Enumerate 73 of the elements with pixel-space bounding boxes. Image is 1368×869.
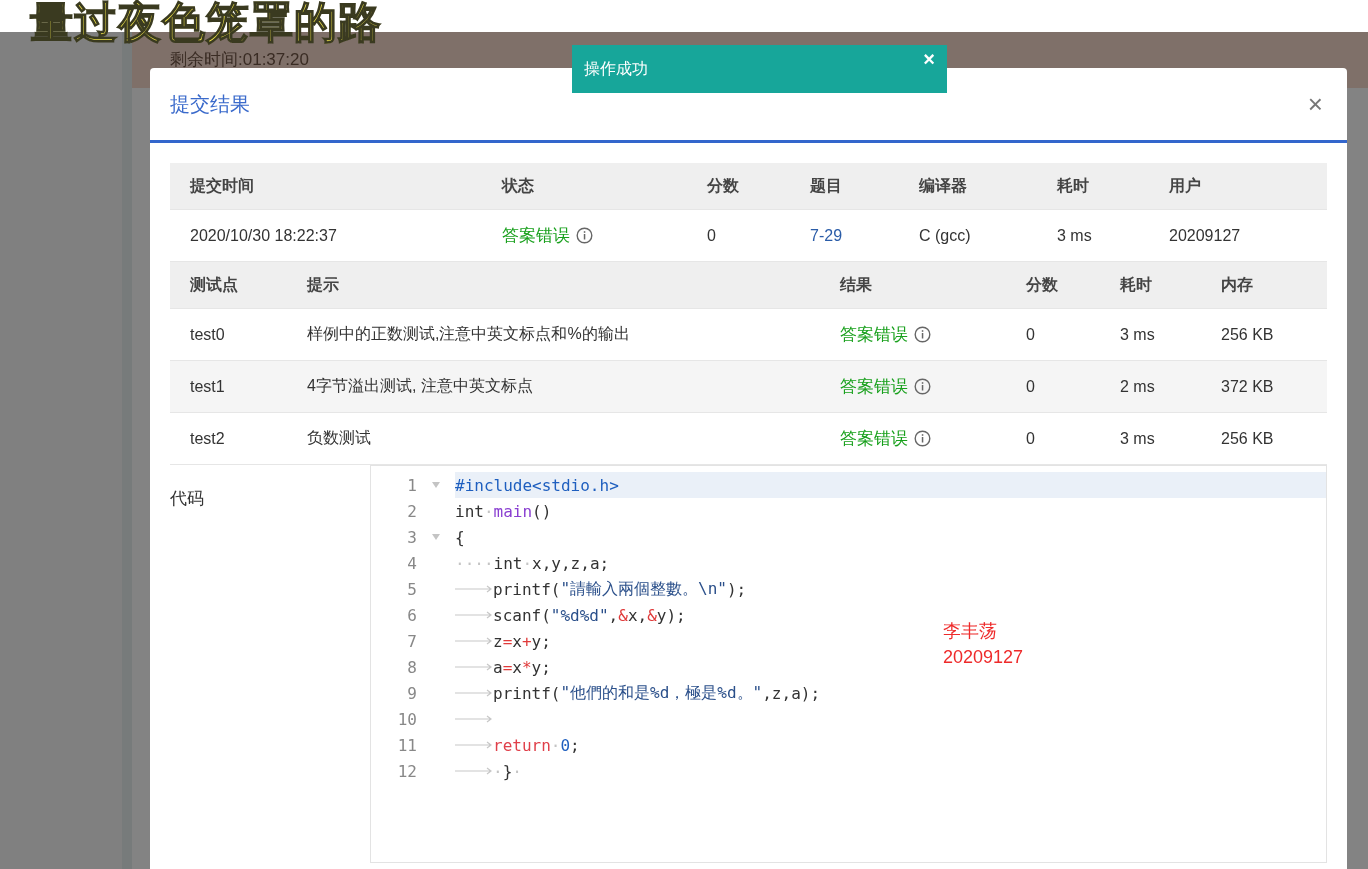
column-header: 测试点 [189,274,239,295]
code-line: int·main() [455,501,552,521]
column-header: 提交时间 [188,175,255,196]
line-number: 12 [396,761,417,781]
code-line: #include<stdio.h> [455,475,619,495]
code-line: { [455,527,465,547]
line-number: 11 [396,735,417,755]
toast-message: 操作成功 [584,58,648,79]
column-header: 结果 [839,274,873,295]
info-icon[interactable] [576,227,593,244]
code-line: ····int·x,y,z,a; [455,553,610,573]
code-line [455,714,493,724]
table-cell-text: 256 KB [1220,325,1275,344]
line-number: 10 [396,709,417,729]
line-number: 1 [406,475,417,495]
table-cell-text: 3 ms [1119,429,1156,448]
column-header: 分数 [1025,274,1059,295]
result-text: 答案错误 [840,324,908,346]
column-header: 内存 [1220,274,1254,295]
table-cell-text: 0 [1025,429,1036,448]
column-header: 编译器 [918,175,968,196]
line-number: 5 [406,579,417,599]
line-number: 6 [406,605,417,625]
table-cell-text: test0 [189,325,226,344]
annotation-text: 20209127 [943,646,1024,669]
line-number: 9 [406,683,417,703]
code-line: return·0; [455,735,580,755]
close-button[interactable]: × [1303,88,1327,120]
table-cell-text: 372 KB [1220,377,1275,396]
table-cell-text: C (gcc) [918,226,972,245]
code-line: printf("他們的和是%d，極是%d。",z,a); [455,682,821,704]
status-text: 答案错误 [502,225,570,247]
table-cell-text: 0 [1025,377,1036,396]
column-header: 提示 [305,274,340,295]
column-header: 状态 [500,175,535,196]
column-header: 用户 [1168,175,1202,196]
result-text: 答案错误 [840,376,908,398]
annotation-text: 李丰荡 [943,620,998,643]
problem-link[interactable]: 7-29 [810,226,843,244]
code-line: a=x*y; [455,657,551,677]
column-header: 分数 [706,175,740,196]
code-line: printf("請輸入兩個整數。\n"); [455,578,747,600]
table-cell-text: 0 [706,226,717,245]
table-cell-text: test2 [189,429,226,448]
column-header: 耗时 [1056,175,1090,196]
info-icon[interactable] [914,378,931,395]
table-cell-text: 0 [1025,325,1036,344]
table-cell-text: 20209127 [1168,226,1242,245]
table-cell-text: 2 ms [1119,377,1156,396]
column-header: 题目 [809,175,843,196]
table-cell-text: 3 ms [1119,325,1156,344]
timer-text: 剩余时间:01:37:20 [170,50,309,69]
info-icon[interactable] [914,430,931,447]
table-cell-text: test1 [189,377,226,396]
code-label: 代码 [170,488,205,510]
line-number: 3 [406,527,417,547]
line-number: 8 [406,657,417,677]
table-cell-text: 256 KB [1220,429,1275,448]
table-cell-text: 4字节溢出测试, 注意中英文标点 [306,376,534,396]
result-text: 答案错误 [840,428,908,450]
code-line: scanf("%d%d",&x,&y); [455,605,686,625]
table-cell-text: 2020/10/30 18:22:37 [189,226,338,245]
modal-title: 提交结果 [170,91,250,117]
table-cell-text: 负数测试 [306,428,372,448]
line-number: 4 [406,553,417,573]
code-line: z=x+y; [455,631,551,651]
column-header: 耗时 [1119,274,1153,295]
table-cell-text: 样例中的正数测试,注意中英文标点和%的输出 [306,324,631,344]
code-line: ·}· [455,761,522,781]
info-icon[interactable] [914,326,931,343]
table-cell-text: 3 ms [1056,226,1093,245]
line-number: 7 [406,631,417,651]
line-number: 2 [406,501,417,521]
